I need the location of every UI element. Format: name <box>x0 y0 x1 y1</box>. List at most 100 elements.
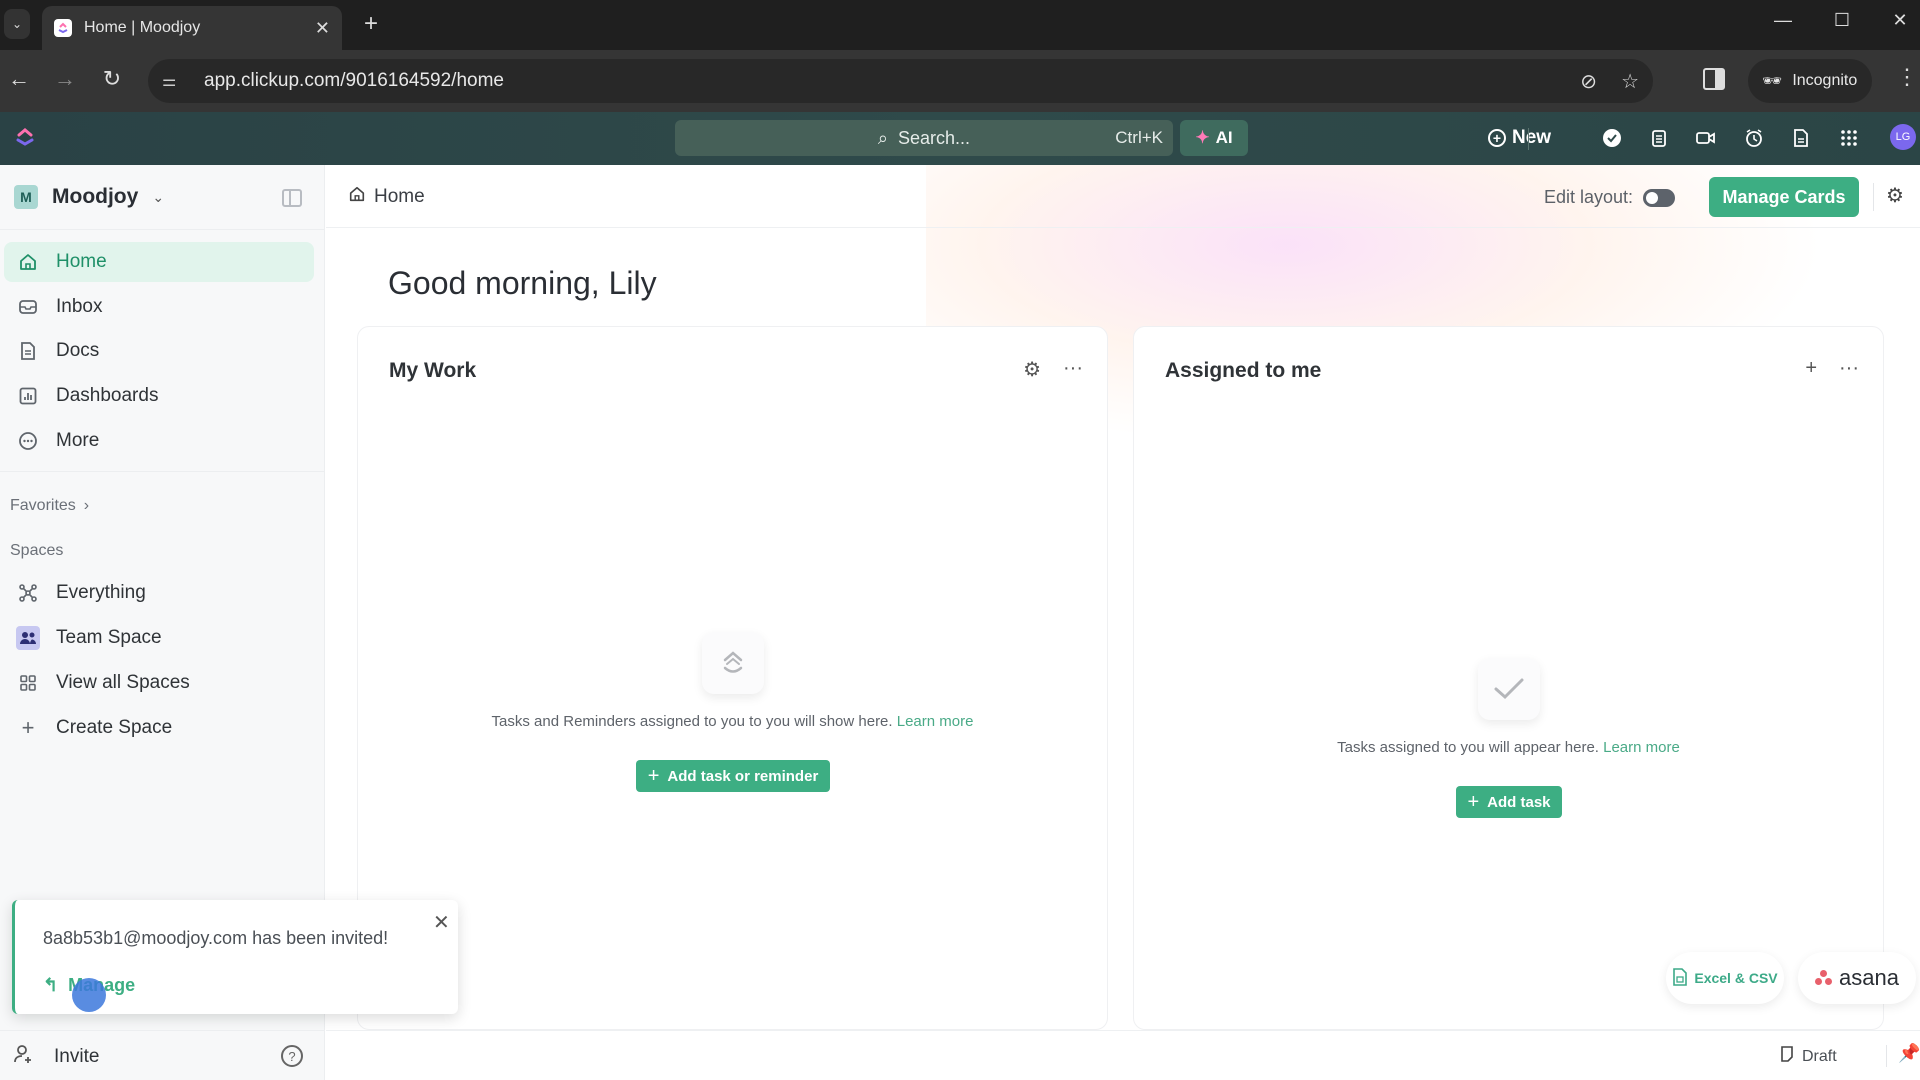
divider <box>0 229 325 230</box>
search-shortcut: Ctrl+K <box>1115 128 1163 147</box>
clickup-logo-icon[interactable] <box>14 126 36 148</box>
empty-state-text: Tasks and Reminders assigned to you to y… <box>358 713 1107 730</box>
chevron-down-icon: ⌄ <box>152 188 165 205</box>
menu-icon[interactable]: ⋮ <box>1896 64 1918 90</box>
page-title: Good morning, Lily <box>388 265 657 301</box>
team-icon <box>16 626 40 650</box>
checkmark-icon <box>1478 658 1540 720</box>
sidebar-item-label: Dashboards <box>56 385 159 406</box>
search-input[interactable]: ⌕ Search... Ctrl+K <box>675 120 1173 156</box>
workspace-badge: M <box>14 185 38 209</box>
page-header: Home Edit layout: Manage Cards ⚙ <box>326 165 1920 228</box>
button-label: Add task <box>1487 793 1551 811</box>
alarm-icon[interactable] <box>1742 126 1766 150</box>
incognito-icon: 🕶 <box>1762 73 1783 90</box>
close-tab-icon[interactable]: ✕ <box>315 18 330 39</box>
incognito-label: Incognito <box>1792 72 1858 89</box>
manage-cards-button[interactable]: Manage Cards <box>1709 177 1859 217</box>
empty-state-text: Tasks assigned to you will appear here. … <box>1134 739 1883 756</box>
tab-list-icon[interactable]: ⌄ <box>4 9 30 39</box>
divider <box>1886 1045 1887 1067</box>
invite-button[interactable]: Invite <box>12 1043 99 1071</box>
invite-label: Invite <box>54 1046 100 1067</box>
learn-more-link[interactable]: Learn more <box>897 713 974 730</box>
more-icon <box>16 429 40 453</box>
draft-button[interactable]: Draft <box>1780 1045 1837 1068</box>
close-icon[interactable]: ✕ <box>433 910 450 935</box>
sidebar-item-home[interactable]: Home <box>4 242 314 282</box>
ai-label: AI <box>1215 128 1233 147</box>
site-settings-icon[interactable]: ⚌ <box>162 71 190 91</box>
sidebar-item-team-space[interactable]: Team Space <box>4 618 314 658</box>
sidebar-item-view-all-spaces[interactable]: View all Spaces <box>4 663 314 703</box>
click-indicator <box>72 978 106 1012</box>
everything-icon <box>16 581 40 605</box>
new-button[interactable]: + New <box>1488 122 1551 154</box>
browser-address-row: ← → ↻ ⚌ app.clickup.com/9016164592/home … <box>0 50 1920 112</box>
sidebar-item-dashboards[interactable]: Dashboards <box>4 376 314 416</box>
empty-state-message: Tasks assigned to you will appear here. <box>1337 739 1599 756</box>
help-icon[interactable]: ? <box>281 1045 303 1067</box>
eye-off-icon[interactable]: ⊘ <box>1580 69 1597 94</box>
breadcrumb[interactable]: Home <box>348 185 425 209</box>
plus-circle-icon: + <box>1488 129 1506 147</box>
breadcrumb-label: Home <box>374 186 425 207</box>
sidebar-item-docs[interactable]: Docs <box>4 331 314 371</box>
sidebar-item-inbox[interactable]: Inbox <box>4 287 314 327</box>
import-excel-csv-button[interactable]: Excel & CSV <box>1666 952 1784 1004</box>
url-text[interactable]: app.clickup.com/9016164592/home <box>204 70 504 92</box>
empty-state-message: Tasks and Reminders assigned to you to y… <box>491 713 893 730</box>
sidebar-item-more[interactable]: More <box>4 421 314 461</box>
gear-icon[interactable]: ⚙ <box>1886 183 1904 208</box>
ai-button[interactable]: ✦ AI <box>1180 120 1248 156</box>
new-tab-icon[interactable]: + <box>364 10 378 38</box>
notepad-icon[interactable] <box>1647 126 1671 150</box>
add-task-button[interactable]: + Add task <box>1456 786 1562 818</box>
star-icon[interactable]: ☆ <box>1621 69 1639 94</box>
forward-icon[interactable]: → <box>50 66 80 92</box>
search-icon: ⌕ <box>877 127 889 148</box>
undo-arrow-icon: ↰ <box>43 975 59 995</box>
new-label: New <box>1512 127 1552 148</box>
video-icon[interactable] <box>1694 126 1718 150</box>
sidebar-item-everything[interactable]: Everything <box>4 573 314 613</box>
workspace-switcher[interactable]: M Moodjoy ⌄ <box>14 185 164 209</box>
home-icon <box>348 185 366 209</box>
pin-icon[interactable]: 📌 <box>1898 1043 1920 1064</box>
plus-icon: + <box>647 764 660 787</box>
more-options-icon[interactable]: ··· <box>1063 357 1083 382</box>
sidebar-item-label: Home <box>56 251 107 272</box>
doc-icon[interactable] <box>1789 126 1813 150</box>
add-task-or-reminder-button[interactable]: + Add task or reminder <box>636 760 830 792</box>
reload-icon[interactable]: ↻ <box>97 66 127 92</box>
plus-icon[interactable]: + <box>1805 357 1817 380</box>
minimize-icon[interactable]: — <box>1763 10 1803 31</box>
side-panel-icon[interactable] <box>1703 68 1725 90</box>
card-title: My Work <box>389 359 477 382</box>
gear-icon[interactable]: ⚙ <box>1023 357 1041 382</box>
spreadsheet-icon <box>1672 967 1688 990</box>
edit-layout-toggle[interactable] <box>1643 188 1676 207</box>
check-circle-icon[interactable] <box>1600 126 1624 150</box>
divider <box>0 471 325 472</box>
apps-grid-icon[interactable] <box>1837 126 1861 150</box>
my-work-card: My Work ⚙ ··· Tasks and Reminders assign… <box>357 326 1108 1030</box>
back-icon[interactable]: ← <box>4 66 34 92</box>
plus-icon: + <box>21 715 35 740</box>
sidebar-item-create-space[interactable]: + Create Space <box>4 708 314 748</box>
maximize-icon[interactable]: ☐ <box>1822 10 1862 31</box>
more-options-icon[interactable]: ··· <box>1839 357 1859 380</box>
learn-more-link[interactable]: Learn more <box>1603 739 1680 756</box>
close-window-icon[interactable]: ✕ <box>1880 10 1920 31</box>
address-bar[interactable]: ⚌ app.clickup.com/9016164592/home ⊘ ☆ <box>148 59 1653 103</box>
sparkle-icon: ✦ <box>1195 128 1210 147</box>
collapse-sidebar-icon[interactable] <box>282 189 302 207</box>
browser-tab[interactable]: Home | Moodjoy ✕ <box>42 6 342 50</box>
incognito-button[interactable]: 🕶 Incognito <box>1748 59 1872 103</box>
favorites-label: Favorites <box>10 497 76 514</box>
avatar[interactable]: LG <box>1890 124 1916 150</box>
favorites-section[interactable]: Favorites › <box>10 497 89 515</box>
import-asana-button[interactable]: asana <box>1798 952 1916 1004</box>
home-icon <box>16 250 40 274</box>
asana-logo-icon <box>1815 970 1833 986</box>
